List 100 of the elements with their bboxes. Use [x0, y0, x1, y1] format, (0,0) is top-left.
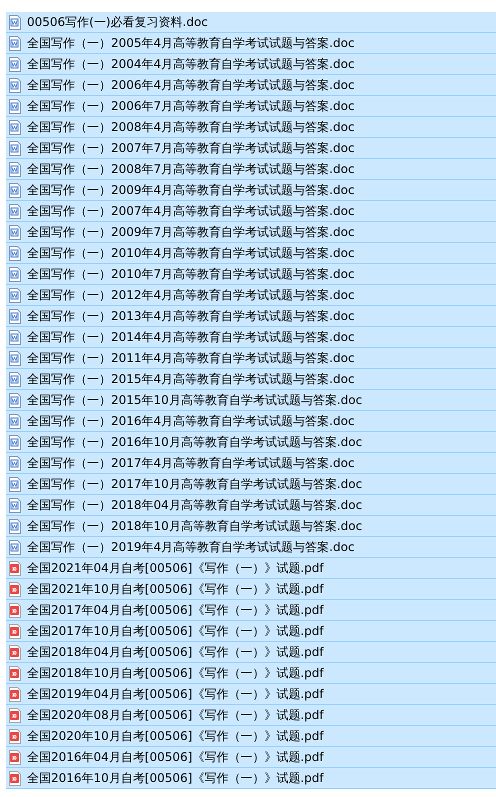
file-row[interactable]: 全国写作（一）2004年4月高等教育自学考试试题与答案.doc: [6, 54, 496, 75]
word-document-icon: [9, 182, 21, 198]
word-document-icon: [9, 518, 21, 534]
pdf-document-icon: [9, 582, 21, 596]
file-row[interactable]: 全国2016年04月自考[00506]《写作（一）》试题.pdf: [6, 747, 496, 768]
file-name: 全国写作（一）2011年4月高等教育自学考试试题与答案.doc: [27, 350, 355, 366]
file-name: 全国2020年08月自考[00506]《写作（一）》试题.pdf: [27, 706, 324, 724]
word-document-icon: [9, 330, 21, 344]
file-name: 全国写作（一）2013年4月高等教育自学考试试题与答案.doc: [27, 308, 355, 324]
word-document-icon: [9, 204, 21, 218]
file-name: 00506写作(一)必看复习资料.doc: [27, 14, 208, 30]
file-row[interactable]: 全国写作（一）2015年4月高等教育自学考试试题与答案.doc: [6, 369, 496, 390]
file-row[interactable]: 全国2016年10月自考[00506]《写作（一）》试题.pdf: [6, 768, 496, 789]
pdf-document-icon: [9, 666, 21, 680]
file-name: 全国写作（一）2017年10月高等教育自学考试试题与答案.doc: [27, 476, 362, 492]
file-row[interactable]: 全国写作（一）2006年4月高等教育自学考试试题与答案.doc: [6, 75, 496, 96]
pdf-document-icon: [9, 728, 21, 744]
file-row[interactable]: 全国写作（一）2010年7月高等教育自学考试试题与答案.doc: [6, 264, 496, 285]
file-row[interactable]: 全国2019年04月自考[00506]《写作（一）》试题.pdf: [6, 684, 496, 705]
file-row[interactable]: 全国2021年10月自考[00506]《写作（一）》试题.pdf: [6, 579, 496, 600]
file-row[interactable]: 全国写作（一）2008年7月高等教育自学考试试题与答案.doc: [6, 159, 496, 180]
file-name: 全国写作（一）2007年7月高等教育自学考试试题与答案.doc: [27, 140, 355, 156]
file-row[interactable]: 全国写作（一）2010年4月高等教育自学考试试题与答案.doc: [6, 243, 496, 264]
file-name: 全国写作（一）2017年4月高等教育自学考试试题与答案.doc: [27, 454, 355, 472]
file-name: 全国写作（一）2004年4月高等教育自学考试试题与答案.doc: [27, 56, 355, 72]
word-document-icon: [9, 288, 21, 302]
word-document-icon: [9, 14, 21, 30]
pdf-document-icon: [9, 560, 21, 576]
word-document-icon: [9, 372, 21, 386]
file-row[interactable]: 全国写作（一）2007年4月高等教育自学考试试题与答案.doc: [6, 201, 496, 222]
file-row[interactable]: 全国写作（一）2009年7月高等教育自学考试试题与答案.doc: [6, 222, 496, 243]
file-name: 全国写作（一）2014年4月高等教育自学考试试题与答案.doc: [27, 328, 355, 346]
file-row[interactable]: 全国写作（一）2016年4月高等教育自学考试试题与答案.doc: [6, 411, 496, 432]
file-row[interactable]: 全国写作（一）2017年10月高等教育自学考试试题与答案.doc: [6, 474, 496, 495]
word-document-icon: [9, 120, 21, 134]
file-row[interactable]: 全国2021年04月自考[00506]《写作（一）》试题.pdf: [6, 558, 496, 579]
file-name: 全国2019年04月自考[00506]《写作（一）》试题.pdf: [27, 686, 324, 702]
file-row[interactable]: 全国写作（一）2005年4月高等教育自学考试试题与答案.doc: [6, 33, 496, 54]
file-name: 全国写作（一）2008年7月高等教育自学考试试题与答案.doc: [27, 160, 355, 178]
file-row[interactable]: 全国写作（一）2006年7月高等教育自学考试试题与答案.doc: [6, 96, 496, 117]
file-row[interactable]: 全国写作（一）2008年4月高等教育自学考试试题与答案.doc: [6, 117, 496, 138]
file-name: 全国2016年04月自考[00506]《写作（一）》试题.pdf: [27, 748, 324, 766]
file-name: 全国写作（一）2010年4月高等教育自学考试试题与答案.doc: [27, 244, 355, 262]
file-name: 全国写作（一）2018年04月高等教育自学考试试题与答案.doc: [27, 496, 362, 514]
file-row[interactable]: 全国写作（一）2012年4月高等教育自学考试试题与答案.doc: [6, 285, 496, 306]
word-document-icon: [9, 308, 21, 324]
file-name: 全国2018年04月自考[00506]《写作（一）》试题.pdf: [27, 644, 324, 660]
file-row[interactable]: 全国2017年04月自考[00506]《写作（一）》试题.pdf: [6, 600, 496, 621]
file-row[interactable]: 全国2018年10月自考[00506]《写作（一）》试题.pdf: [6, 663, 496, 684]
file-row[interactable]: 00506写作(一)必看复习资料.doc: [6, 12, 496, 33]
file-name: 全国写作（一）2006年4月高等教育自学考试试题与答案.doc: [27, 76, 355, 94]
pdf-document-icon: [9, 686, 21, 702]
file-row[interactable]: 全国写作（一）2007年7月高等教育自学考试试题与答案.doc: [6, 138, 496, 159]
file-name: 全国写作（一）2016年4月高等教育自学考试试题与答案.doc: [27, 412, 355, 430]
file-name: 全国写作（一）2007年4月高等教育自学考试试题与答案.doc: [27, 202, 355, 220]
file-name: 全国写作（一）2006年7月高等教育自学考试试题与答案.doc: [27, 98, 355, 114]
file-row[interactable]: 全国2020年10月自考[00506]《写作（一）》试题.pdf: [6, 726, 496, 747]
file-name: 全国写作（一）2012年4月高等教育自学考试试题与答案.doc: [27, 286, 355, 304]
file-row[interactable]: 全国写作（一）2017年4月高等教育自学考试试题与答案.doc: [6, 453, 496, 474]
file-row[interactable]: 全国写作（一）2016年10月高等教育自学考试试题与答案.doc: [6, 432, 496, 453]
word-document-icon: [9, 434, 21, 450]
file-name: 全国写作（一）2009年4月高等教育自学考试试题与答案.doc: [27, 182, 355, 198]
word-document-icon: [9, 36, 21, 50]
word-document-icon: [9, 476, 21, 492]
file-row[interactable]: 全国写作（一）2014年4月高等教育自学考试试题与答案.doc: [6, 327, 496, 348]
file-name: 全国2017年04月自考[00506]《写作（一）》试题.pdf: [27, 602, 324, 618]
file-name: 全国写作（一）2015年4月高等教育自学考试试题与答案.doc: [27, 370, 355, 388]
file-name: 全国2017年10月自考[00506]《写作（一）》试题.pdf: [27, 622, 324, 640]
pdf-document-icon: [9, 750, 21, 764]
file-name: 全国2018年10月自考[00506]《写作（一）》试题.pdf: [27, 664, 324, 682]
file-row[interactable]: 全国2017年10月自考[00506]《写作（一）》试题.pdf: [6, 621, 496, 642]
file-row[interactable]: 全国写作（一）2019年4月高等教育自学考试试题与答案.doc: [6, 537, 496, 558]
file-row[interactable]: 全国写作（一）2009年4月高等教育自学考试试题与答案.doc: [6, 180, 496, 201]
pdf-document-icon: [9, 708, 21, 722]
word-document-icon: [9, 266, 21, 282]
file-row[interactable]: 全国写作（一）2013年4月高等教育自学考试试题与答案.doc: [6, 306, 496, 327]
file-name: 全国写作（一）2016年10月高等教育自学考试试题与答案.doc: [27, 434, 362, 450]
file-name: 全国写作（一）2008年4月高等教育自学考试试题与答案.doc: [27, 118, 355, 136]
file-name: 全国2020年10月自考[00506]《写作（一）》试题.pdf: [27, 728, 324, 744]
file-name: 全国写作（一）2010年7月高等教育自学考试试题与答案.doc: [27, 266, 355, 282]
file-name: 全国2021年04月自考[00506]《写作（一）》试题.pdf: [27, 560, 324, 576]
pdf-document-icon: [9, 602, 21, 618]
file-row[interactable]: 全国写作（一）2015年10月高等教育自学考试试题与答案.doc: [6, 390, 496, 411]
word-document-icon: [9, 498, 21, 512]
file-name: 全国写作（一）2015年10月高等教育自学考试试题与答案.doc: [27, 392, 362, 408]
word-document-icon: [9, 224, 21, 240]
file-row[interactable]: 全国写作（一）2018年04月高等教育自学考试试题与答案.doc: [6, 495, 496, 516]
pdf-document-icon: [9, 770, 21, 786]
file-name: 全国写作（一）2009年7月高等教育自学考试试题与答案.doc: [27, 224, 355, 240]
pdf-document-icon: [9, 624, 21, 638]
file-row[interactable]: 全国2020年08月自考[00506]《写作（一）》试题.pdf: [6, 705, 496, 726]
file-name: 全国2016年10月自考[00506]《写作（一）》试题.pdf: [27, 770, 324, 786]
file-row[interactable]: 全国2018年04月自考[00506]《写作（一）》试题.pdf: [6, 642, 496, 663]
word-document-icon: [9, 246, 21, 260]
file-row[interactable]: 全国写作（一）2018年10月高等教育自学考试试题与答案.doc: [6, 516, 496, 537]
word-document-icon: [9, 162, 21, 176]
pdf-document-icon: [9, 644, 21, 660]
file-name: 全国写作（一）2019年4月高等教育自学考试试题与答案.doc: [27, 538, 355, 556]
file-row[interactable]: 全国写作（一）2011年4月高等教育自学考试试题与答案.doc: [6, 348, 496, 369]
word-document-icon: [9, 392, 21, 408]
